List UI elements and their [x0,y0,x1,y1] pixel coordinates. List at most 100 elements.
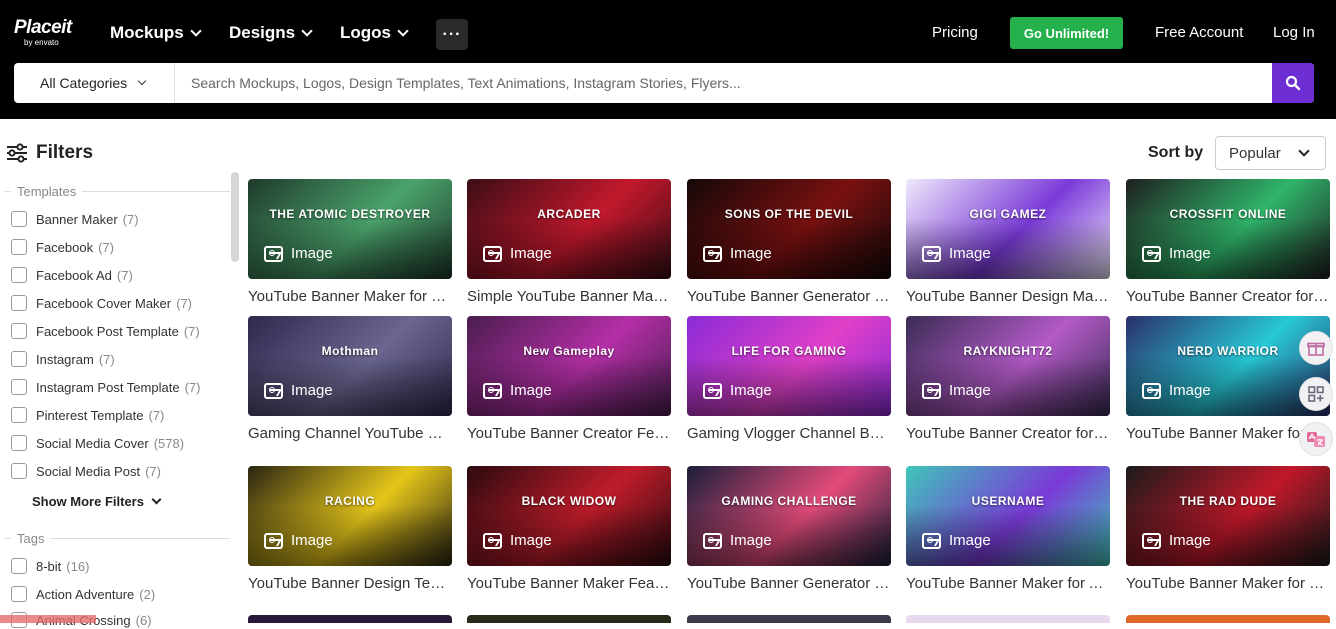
filter-social-media-cover[interactable]: Social Media Cover (578) [11,434,184,452]
nav-designs[interactable]: Designs [229,22,313,44]
checkbox[interactable] [11,435,27,451]
template-card[interactable]: MothmanImage Gaming Channel YouTube Banne… [248,316,452,442]
template-card[interactable]: RAYKNIGHT72 Image YouTube Banner Creator f… [906,316,1110,442]
template-card[interactable]: SONS OF THE DEVIL Image YouTube Banner Gen… [687,179,891,305]
filter-instagram-post-template[interactable]: Instagram Post Template (7) [11,378,200,396]
template-card[interactable]: GIGI GAMEZ Image YouTube Banner Design Mak… [906,179,1110,305]
filter-tag-8-bit[interactable]: 8-bit (16) [11,557,89,575]
checkbox[interactable] [11,351,27,367]
image-type-badge: Image [703,245,772,262]
template-card[interactable]: NERD WARRIOR Image YouTube Banner Maker fo… [1126,316,1330,442]
template-card[interactable]: LIFE FOR GAMING Image Gaming Vlogger Chann… [687,316,891,442]
search-button[interactable] [1272,63,1314,103]
filter-social-media-post[interactable]: Social Media Post (7) [11,462,161,480]
category-select[interactable]: All Categories [14,63,175,103]
template-card[interactable]: ARCADER Image Simple YouTube Banner Maker … [467,179,671,305]
template-thumbnail[interactable]: New Gameplay Image [467,316,671,416]
template-thumbnail[interactable]: LIFE FOR GAMING Image [687,316,891,416]
placeit-logo[interactable]: Placeit by envato [14,18,72,48]
template-title[interactable]: YouTube Banner Creator Featuring a Gamer [467,425,671,442]
template-card[interactable]: New Gameplay Image YouTube Banner Creator … [467,316,671,442]
checkbox[interactable] [11,267,27,283]
template-thumbnail[interactable]: USERNAME Image [906,466,1110,566]
template-title[interactable]: YouTube Banner Maker for a Gaming Channe… [248,288,452,305]
template-thumbnail[interactable]: BLACK WIDOW Image [467,466,671,566]
template-thumbnail[interactable]: GIGI GAMEZ Image [906,179,1110,279]
image-type-badge: Image [703,532,772,549]
sidebar-scrollbar[interactable] [231,172,239,262]
filters-header[interactable]: Filters [6,142,93,164]
nav-logos[interactable]: Logos [340,22,409,44]
template-thumbnail[interactable]: THE ATOMIC DESTROYER Image [248,179,452,279]
template-thumbnail[interactable]: RAYKNIGHT72 Image [906,316,1110,416]
template-title[interactable]: Gaming Channel YouTube Banner Maker [248,425,452,442]
checkbox[interactable] [11,211,27,227]
image-type-label: Image [949,382,991,399]
template-card[interactable]: THE ATOMIC DESTROYER Image YouTube Banner … [248,179,452,305]
search-input[interactable] [176,63,1272,103]
template-title[interactable]: YouTube Banner Maker for A Channel Usern… [906,575,1110,592]
login-link[interactable]: Log In [1273,24,1315,41]
checkbox[interactable] [11,586,27,602]
template-thumbnail[interactable]: NERD WARRIOR Image [1126,316,1330,416]
template-title[interactable]: YouTube Banner Generator for Gaming Chal… [687,575,891,592]
filter-banner-maker[interactable]: Banner Maker (7) [11,210,139,228]
template-title[interactable]: YouTube Banner Maker Featuring Black Wid… [467,575,671,592]
more-menu-button[interactable]: ··· [436,19,468,50]
checkbox[interactable] [11,407,27,423]
template-card[interactable]: USERNAME Image YouTube Banner Maker for A … [906,466,1110,592]
sort-select[interactable]: Popular [1215,136,1326,170]
template-card[interactable]: CROSSFIT ONLINE Image YouTube Banner Creat… [1126,179,1330,305]
template-thumbnail[interactable]: THE RAD DUDE Image [1126,466,1330,566]
filter-facebook-ad[interactable]: Facebook Ad (7) [11,266,133,284]
template-thumbnail[interactable]: GAMING CHALLENGE Image [687,466,891,566]
template-title[interactable]: YouTube Banner Creator for Gaming Channe… [906,425,1110,442]
apps-button[interactable] [1299,377,1333,411]
template-card[interactable]: GAMING CHALLENGE Image YouTube Banner Gene… [687,466,891,592]
filter-count: (7) [122,211,139,227]
filter-facebook-post-template[interactable]: Facebook Post Template (7) [11,322,200,340]
template-thumbnail[interactable]: SONS OF THE DEVIL Image [687,179,891,279]
template-title[interactable]: Gaming Vlogger Channel Banner Maker [687,425,891,442]
template-title[interactable]: YouTube Banner Maker for a Gameplay Revi… [1126,575,1330,592]
filter-tag-action-adventure[interactable]: Action Adventure (2) [11,585,155,603]
checkbox[interactable] [11,379,27,395]
template-thumbnail[interactable]: Mothman Image [248,316,452,416]
logo-wordmark: Placeit [14,17,72,38]
filter-label: Social Media Post [36,463,141,479]
template-thumbnail[interactable]: CROSSFIT ONLINE Image [1126,179,1330,279]
show-more-filters-button[interactable]: Show More Filters [32,494,162,509]
free-account-link[interactable]: Free Account [1155,24,1243,41]
next-row-thumbnail[interactable] [687,615,891,623]
filter-count: (6) [135,612,152,628]
template-card[interactable]: THE RAD DUDE Image YouTube Banner Maker fo… [1126,466,1330,592]
checkbox[interactable] [11,323,27,339]
template-card[interactable]: BLACK WIDOW Image YouTube Banner Maker Fea… [467,466,671,592]
template-title[interactable]: YouTube Banner Creator for CrossFit [1126,288,1330,305]
pricing-link[interactable]: Pricing [932,24,978,41]
template-title[interactable]: Simple YouTube Banner Maker for Gaming [467,288,671,305]
gift-button[interactable] [1299,331,1333,365]
nav-mockups[interactable]: Mockups [110,22,202,44]
template-title[interactable]: YouTube Banner Design Template for Racin… [248,575,452,592]
filter-instagram[interactable]: Instagram (7) [11,350,115,368]
next-row-thumbnail[interactable] [1126,615,1330,623]
checkbox[interactable] [11,558,27,574]
next-row-thumbnail[interactable] [248,615,452,623]
translate-button[interactable] [1299,422,1333,456]
template-title[interactable]: YouTube Banner Design Maker for Streamer… [906,288,1110,305]
next-row-thumbnail[interactable] [906,615,1110,623]
template-thumbnail[interactable]: RACING Image [248,466,452,566]
go-unlimited-button[interactable]: Go Unlimited! [1010,17,1123,49]
image-icon [483,245,502,262]
template-card[interactable]: RACINGImage YouTube Banner Design Templat… [248,466,452,592]
checkbox[interactable] [11,295,27,311]
template-title[interactable]: YouTube Banner Generator for Gamers [687,288,891,305]
filter-pinterest-template[interactable]: Pinterest Template (7) [11,406,164,424]
checkbox[interactable] [11,463,27,479]
checkbox[interactable] [11,239,27,255]
template-thumbnail[interactable]: ARCADER Image [467,179,671,279]
filter-facebook[interactable]: Facebook (7) [11,238,114,256]
next-row-thumbnail[interactable] [467,615,671,623]
filter-facebook-cover-maker[interactable]: Facebook Cover Maker (7) [11,294,192,312]
